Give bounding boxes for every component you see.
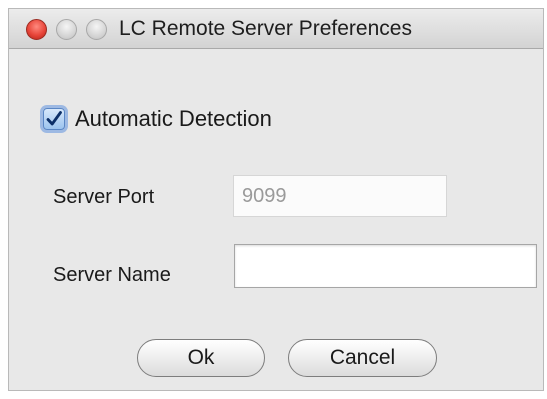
server-port-label: Server Port	[53, 186, 155, 208]
ok-button[interactable]: Ok	[137, 339, 265, 377]
minimize-window-button[interactable]	[56, 19, 77, 40]
server-name-label: Server Name	[53, 264, 171, 286]
title-bar[interactable]: LC Remote Server Preferences	[9, 9, 543, 49]
cancel-button[interactable]: Cancel	[288, 339, 437, 377]
checkmark-icon	[46, 111, 62, 126]
window-title: LC Remote Server Preferences	[119, 17, 412, 40]
close-window-button[interactable]	[26, 19, 47, 40]
server-name-field[interactable]	[234, 244, 537, 288]
server-port-field[interactable]	[233, 175, 447, 217]
automatic-detection-option[interactable]: Automatic Detection	[43, 106, 272, 132]
automatic-detection-checkbox[interactable]	[43, 108, 65, 130]
preferences-window: LC Remote Server Preferences Automatic D…	[8, 8, 544, 391]
zoom-window-button[interactable]	[86, 19, 107, 40]
automatic-detection-label[interactable]: Automatic Detection	[75, 106, 272, 132]
